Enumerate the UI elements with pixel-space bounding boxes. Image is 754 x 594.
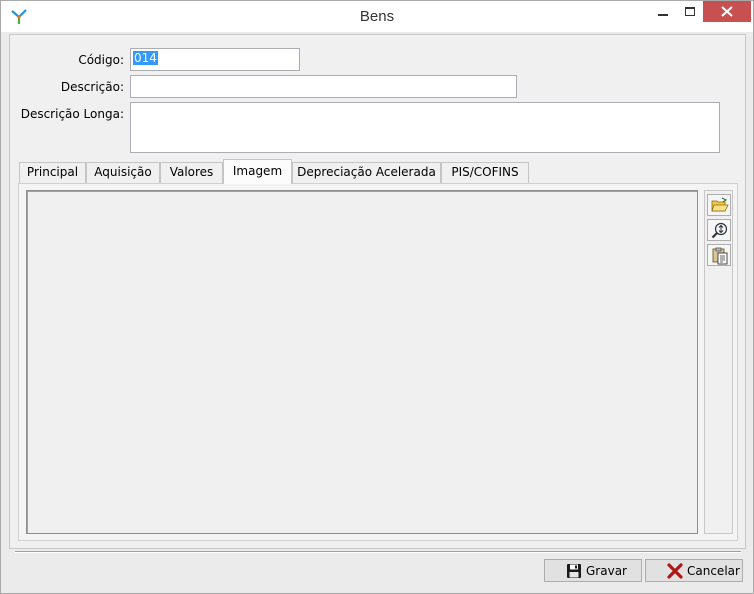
close-icon: [721, 6, 733, 17]
tab-depreciacao-acelerada[interactable]: Depreciação Acelerada: [292, 162, 441, 183]
descricao-label: Descrição:: [60, 80, 124, 94]
close-button[interactable]: [703, 1, 751, 22]
tab-imagem[interactable]: Imagem: [223, 159, 292, 184]
tab-aquisicao[interactable]: Aquisição: [86, 162, 160, 183]
zoom-image-button[interactable]: [707, 219, 731, 241]
maximize-icon: [685, 7, 695, 16]
codigo-label: Código:: [78, 53, 124, 67]
image-toolbar: [704, 190, 733, 534]
image-area[interactable]: [26, 190, 698, 534]
cancelar-button[interactable]: Cancelar: [645, 559, 743, 582]
cancel-x-icon: [667, 563, 683, 579]
tab-principal[interactable]: Principal: [19, 162, 86, 183]
zoom-icon: [711, 222, 728, 239]
paste-icon: [712, 247, 728, 265]
save-icon: [567, 564, 581, 578]
codigo-field[interactable]: 014: [130, 48, 300, 71]
minimize-icon: [658, 14, 668, 16]
window: Bens Código: 014 Descrição: Descrição Lo…: [0, 0, 754, 594]
open-image-button[interactable]: [707, 194, 731, 216]
codigo-value: 014: [133, 51, 158, 65]
maximize-button[interactable]: [676, 1, 704, 25]
gravar-button[interactable]: Gravar: [544, 559, 642, 582]
window-title: Bens: [359, 8, 395, 25]
tab-valores[interactable]: Valores: [160, 162, 223, 183]
footer-separator: [15, 551, 741, 553]
descricao-longa-field[interactable]: [130, 102, 720, 153]
gravar-label: Gravar: [586, 564, 627, 578]
open-folder-icon: [711, 197, 729, 212]
descricao-field[interactable]: [130, 75, 517, 98]
title-bar[interactable]: Bens: [1, 1, 753, 32]
minimize-button[interactable]: [649, 1, 677, 25]
tab-pis-cofins[interactable]: PIS/COFINS: [441, 162, 529, 183]
descricao-longa-label: Descrição Longa:: [20, 107, 124, 121]
paste-image-button[interactable]: [707, 244, 731, 266]
cancelar-label: Cancelar: [687, 564, 740, 578]
